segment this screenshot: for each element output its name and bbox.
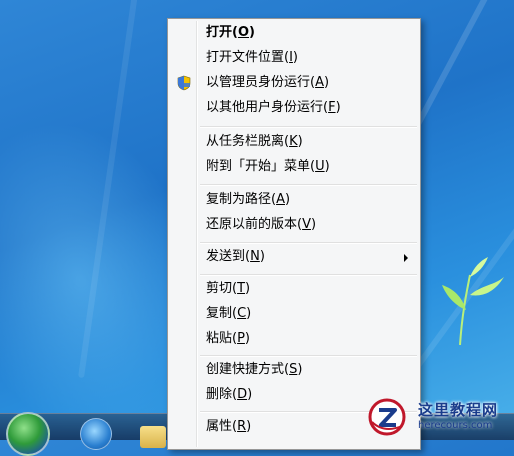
- start-button-icon[interactable]: [6, 412, 50, 456]
- wallpaper-plant-graphic: [442, 257, 504, 345]
- menu-item-open[interactable]: 打开(O): [170, 22, 418, 44]
- menu-item-copy[interactable]: 复制(C): [170, 303, 418, 325]
- menu-item-run-as-admin[interactable]: 以管理员身份运行(A): [170, 72, 418, 94]
- menu-item-create-shortcut[interactable]: 创建快捷方式(S): [170, 359, 418, 381]
- menu-item-restore-previous-versions[interactable]: 还原以前的版本(V): [170, 214, 418, 236]
- watermark-logo-icon: [368, 398, 406, 436]
- submenu-arrow-icon: [404, 254, 408, 262]
- menu-separator: [200, 355, 417, 357]
- folder-taskbar-icon[interactable]: [140, 426, 166, 448]
- watermark-url: herecours.com: [418, 420, 493, 431]
- internet-explorer-taskbar-icon[interactable]: [80, 418, 112, 450]
- site-watermark: 这里教程网 herecours.com: [362, 396, 514, 440]
- menu-separator: [200, 126, 417, 128]
- menu-item-run-as-other-user[interactable]: 以其他用户身份运行(F): [170, 97, 418, 119]
- menu-item-send-to[interactable]: 发送到(N): [170, 246, 418, 268]
- menu-item-unpin-from-taskbar[interactable]: 从任务栏脱离(K): [170, 131, 418, 153]
- menu-item-pin-to-start-menu[interactable]: 附到「开始」菜单(U): [170, 156, 418, 178]
- menu-item-open-file-location[interactable]: 打开文件位置(I): [170, 47, 418, 69]
- context-menu: 打开(O) 打开文件位置(I) 以管理员身份运行(A) 以其他用户身份运行(F)…: [167, 18, 421, 450]
- watermark-title: 这里教程网: [418, 401, 499, 419]
- menu-separator: [200, 242, 417, 244]
- uac-shield-icon: [177, 75, 191, 91]
- menu-item-paste[interactable]: 粘贴(P): [170, 328, 418, 350]
- menu-separator: [200, 184, 417, 186]
- menu-separator: [200, 274, 417, 276]
- menu-item-copy-as-path[interactable]: 复制为路径(A): [170, 189, 418, 211]
- menu-item-cut[interactable]: 剪切(T): [170, 278, 418, 300]
